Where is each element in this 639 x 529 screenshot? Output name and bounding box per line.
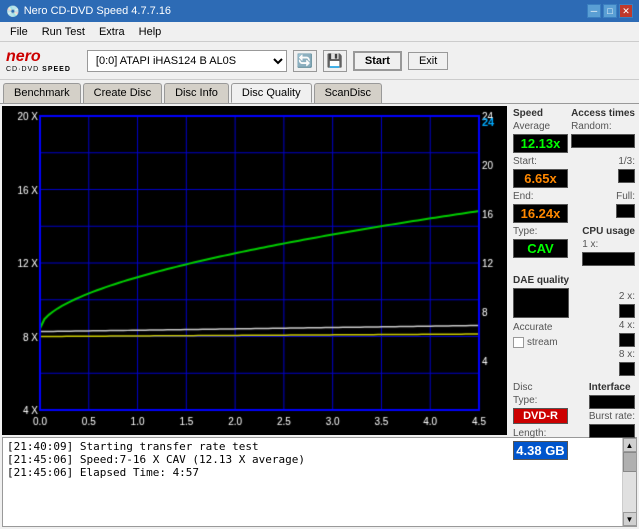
tab-disc-info[interactable]: Disc Info bbox=[164, 83, 229, 103]
tab-create-disc[interactable]: Create Disc bbox=[83, 83, 162, 103]
refresh-button[interactable]: 🔄 bbox=[293, 50, 317, 72]
cpu-right-col: 2 x: 4 x: 8 x: bbox=[619, 275, 635, 376]
type-row: Type: CAV CPU usage 1 x: bbox=[513, 226, 635, 266]
menu-run-test[interactable]: Run Test bbox=[36, 24, 91, 40]
full-col: Full: bbox=[616, 191, 635, 218]
close-button[interactable]: ✕ bbox=[619, 4, 633, 18]
cpu-2x-label: 2 x: bbox=[619, 291, 635, 302]
tabs: Benchmark Create Disc Disc Info Disc Qua… bbox=[0, 80, 639, 104]
menu-help[interactable]: Help bbox=[133, 24, 168, 40]
stream-row: stream bbox=[513, 337, 569, 348]
cpu-col: CPU usage 1 x: bbox=[582, 226, 635, 266]
cpu-4x-value bbox=[619, 333, 635, 347]
start-value: 6.65x bbox=[513, 169, 568, 188]
cpu-2x-value bbox=[619, 304, 635, 318]
log-line-2: [21:45:06] Speed:7-16 X CAV (12.13 X ave… bbox=[7, 453, 618, 466]
minimize-button[interactable]: ─ bbox=[587, 4, 601, 18]
nero-logo-sub: CD·DVD SPEED bbox=[6, 66, 71, 73]
one-third-col: 1/3: bbox=[618, 156, 635, 183]
scroll-track bbox=[623, 452, 636, 512]
dae-cpu-row: DAE quality Accurate stream 2 x: 4 x: 8 … bbox=[513, 275, 635, 376]
log-line-1: [21:40:09] Starting transfer rate test bbox=[7, 440, 618, 453]
chart-area bbox=[2, 106, 507, 435]
tab-scan-disc[interactable]: ScanDisc bbox=[314, 83, 382, 103]
title-bar-controls: ─ □ ✕ bbox=[587, 4, 633, 18]
log-area: [21:40:09] Starting transfer rate test [… bbox=[2, 437, 637, 527]
average-label: Average bbox=[513, 121, 568, 132]
exit-button[interactable]: Exit bbox=[408, 52, 448, 70]
cpu-label: CPU usage bbox=[582, 226, 635, 237]
burst-label: Burst rate: bbox=[589, 411, 635, 422]
speed-detail-row: Start: 6.65x 1/3: bbox=[513, 156, 635, 188]
end-detail-row: End: 16.24x Full: bbox=[513, 191, 635, 223]
scroll-thumb[interactable] bbox=[623, 452, 637, 472]
stream-checkbox[interactable] bbox=[513, 337, 524, 348]
maximize-button[interactable]: □ bbox=[603, 4, 617, 18]
disc-type-value: DVD-R bbox=[513, 408, 568, 424]
access-label: Access times bbox=[571, 108, 635, 119]
end-value: 16.24x bbox=[513, 204, 568, 223]
start-button[interactable]: Start bbox=[353, 51, 402, 71]
interface-value bbox=[589, 395, 635, 409]
drive-select[interactable]: [0:0] ATAPI iHAS124 B AL0S bbox=[87, 50, 287, 72]
menu-extra[interactable]: Extra bbox=[93, 24, 131, 40]
nero-logo: nero CD·DVD SPEED bbox=[6, 48, 71, 73]
stream-label: stream bbox=[527, 337, 558, 348]
nero-logo-text: nero bbox=[6, 48, 41, 66]
one-third-label: 1/3: bbox=[618, 156, 635, 167]
type-label: Type: bbox=[513, 226, 568, 237]
full-value bbox=[616, 204, 635, 218]
menu-bar: File Run Test Extra Help bbox=[0, 22, 639, 42]
speed-header: Speed Average 12.13x Access times Random… bbox=[513, 108, 635, 153]
scroll-down-button[interactable]: ▼ bbox=[623, 512, 637, 526]
speed-label: Speed bbox=[513, 108, 568, 119]
random-value bbox=[571, 134, 635, 148]
access-col: Access times Random: bbox=[571, 108, 635, 148]
save-button[interactable]: 💾 bbox=[323, 50, 347, 72]
average-value: 12.13x bbox=[513, 134, 568, 153]
title-bar-left: 💿 Nero CD-DVD Speed 4.7.7.16 bbox=[6, 5, 171, 18]
cpu-1x-value bbox=[582, 252, 635, 266]
type-value: CAV bbox=[513, 239, 568, 258]
end-label: End: bbox=[513, 191, 568, 202]
tab-benchmark[interactable]: Benchmark bbox=[3, 83, 81, 103]
accurate-label: Accurate bbox=[513, 322, 552, 333]
cpu-4x-label: 4 x: bbox=[619, 320, 635, 331]
type-col: Type: CAV bbox=[513, 226, 568, 258]
dae-col: DAE quality Accurate stream bbox=[513, 275, 569, 348]
random-label: Random: bbox=[571, 121, 635, 132]
title-bar: 💿 Nero CD-DVD Speed 4.7.7.16 ─ □ ✕ bbox=[0, 0, 639, 22]
start-label: Start: bbox=[513, 156, 568, 167]
app-icon: 💿 bbox=[6, 5, 20, 18]
dae-label: DAE quality bbox=[513, 275, 569, 286]
interface-col: Interface Burst rate: bbox=[589, 382, 635, 438]
right-panel: Speed Average 12.13x Access times Random… bbox=[509, 104, 639, 437]
log-content: [21:40:09] Starting transfer rate test [… bbox=[3, 438, 622, 526]
dae-bar bbox=[513, 288, 569, 318]
accurate-row: Accurate bbox=[513, 322, 569, 333]
log-scrollbar: ▲ ▼ bbox=[622, 438, 636, 526]
cpu-8x-value bbox=[619, 362, 635, 376]
main-content: Speed Average 12.13x Access times Random… bbox=[0, 104, 639, 437]
log-line-3: [21:45:06] Elapsed Time: 4:57 bbox=[7, 466, 618, 479]
cpu-spacer bbox=[619, 275, 635, 289]
chart-canvas bbox=[2, 106, 507, 435]
burst-value bbox=[589, 424, 635, 438]
tab-disc-quality[interactable]: Disc Quality bbox=[231, 83, 312, 103]
end-col: End: 16.24x bbox=[513, 191, 568, 223]
disc-type-label: Disc bbox=[513, 382, 568, 393]
speed-col: Speed Average 12.13x bbox=[513, 108, 568, 153]
one-third-value bbox=[618, 169, 635, 183]
disc-type-sub: Type: bbox=[513, 395, 568, 406]
cpu-1x-label: 1 x: bbox=[582, 239, 635, 250]
toolbar: nero CD·DVD SPEED [0:0] ATAPI iHAS124 B … bbox=[0, 42, 639, 80]
scroll-up-button[interactable]: ▲ bbox=[623, 438, 637, 452]
app-title: Nero CD-DVD Speed 4.7.7.16 bbox=[24, 5, 171, 17]
interface-label: Interface bbox=[589, 382, 635, 393]
full-label: Full: bbox=[616, 191, 635, 202]
menu-file[interactable]: File bbox=[4, 24, 34, 40]
start-col: Start: 6.65x bbox=[513, 156, 568, 188]
cpu-8x-label: 8 x: bbox=[619, 349, 635, 360]
speed-section: Speed Average 12.13x Access times Random… bbox=[513, 108, 635, 266]
